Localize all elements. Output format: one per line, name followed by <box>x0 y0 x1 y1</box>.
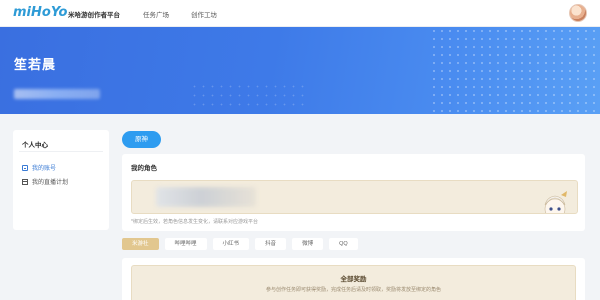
tab-douyin[interactable]: 抖音 <box>255 238 287 250</box>
redacted-role-info <box>156 187 256 207</box>
user-avatar[interactable] <box>569 4 587 22</box>
reward-card: 全部奖励 参与创作任务即可获得奖励，完成任务后请及时领取，奖励将发放至绑定的角色 <box>122 258 585 300</box>
tab-qq[interactable]: QQ <box>329 238 358 250</box>
paimon-mascot-image <box>544 191 567 213</box>
reward-panel: 全部奖励 参与创作任务即可获得奖励，完成任务后请及时领取，奖励将发放至绑定的角色 <box>131 265 576 300</box>
sidebar-title: 个人中心 <box>22 142 48 149</box>
top-navigation-bar: miHoYo 米哈游创作者平台 任务广场 创作工坊 <box>0 0 600 27</box>
bound-role-title: 我的角色 <box>131 165 157 172</box>
reward-description: 参与创作任务即可获得奖励，完成任务后请及时领取，奖励将发放至绑定的角色 <box>265 287 441 293</box>
sidebar-divider <box>19 151 103 152</box>
calendar-icon <box>22 178 28 185</box>
bound-role-card: 我的角色 *绑定后生效，若角色信息发生变化，请联系对应游戏平台 <box>122 154 585 231</box>
tab-bilibili[interactable]: 哔哩哔哩 <box>164 238 207 250</box>
profile-username: 笙若晨 <box>14 57 57 72</box>
tab-xiaohongshu[interactable]: 小红书 <box>212 238 250 250</box>
nav-task-square[interactable]: 任务广场 <box>143 9 169 19</box>
profile-icon <box>22 164 28 171</box>
bound-role-note: *绑定后生效，若角色信息发生变化，请联系对应游戏平台 <box>131 219 258 225</box>
banner-dot-pattern <box>430 27 600 114</box>
sidebar-item-my-account[interactable]: 我的账号 <box>22 163 56 172</box>
mihoyo-logo[interactable]: miHoYo <box>13 5 67 20</box>
personal-center-sidebar: 个人中心 我的账号 我的直播计划 <box>13 130 109 230</box>
role-info-panel <box>131 180 578 214</box>
banner-dot-pattern-small <box>190 82 310 112</box>
reward-title: 全部奖励 <box>340 276 367 283</box>
platform-name: 米哈游创作者平台 <box>68 12 120 19</box>
tab-miyoushe[interactable]: 米游社 <box>122 238 159 250</box>
platform-tabs: 米游社 哔哩哔哩 小红书 抖音 微博 QQ <box>122 238 358 250</box>
profile-banner: 笙若晨 <box>0 27 600 114</box>
sidebar-item-live-plan[interactable]: 我的直播计划 <box>22 177 68 186</box>
sidebar-item-label: 我的账号 <box>32 166 57 172</box>
sidebar-item-label: 我的直播计划 <box>32 180 69 186</box>
nav-creation-workshop[interactable]: 创作工坊 <box>191 9 217 19</box>
tab-weibo[interactable]: 微博 <box>292 238 324 250</box>
redacted-user-info <box>14 89 100 99</box>
game-tab-genshin[interactable]: 原神 <box>122 131 161 148</box>
